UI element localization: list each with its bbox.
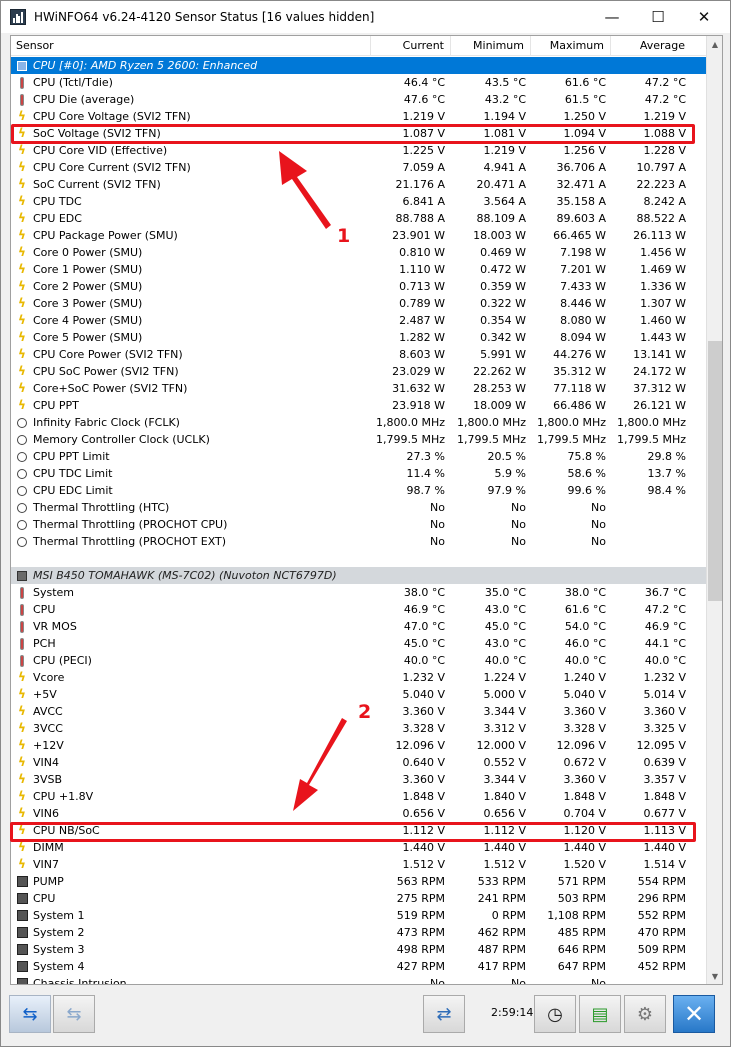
annotation-label-1: 1 [337, 225, 351, 247]
nav-back-button[interactable]: ⇆ [9, 995, 51, 1033]
bottom-toolbar: ⇆ ⇆ ⇄ 2:59:14 ◷ ▤ ⚙ ✕ [1, 989, 730, 1046]
close-sensors-button[interactable]: ✕ [673, 995, 715, 1033]
report-add-icon: ▤ [591, 1003, 609, 1025]
settings-button[interactable]: ⚙ [624, 995, 666, 1033]
double-arrow-right-icon: ⇆ [66, 1003, 82, 1025]
clock-icon: ◷ [547, 1003, 563, 1025]
gear-icon: ⚙ [636, 1003, 654, 1025]
annotation-arrows [279, 151, 347, 811]
network-icon: ⇄ [436, 1003, 452, 1025]
elapsed-time: 2:59:14 [491, 1006, 534, 1019]
sensor-status-window: HWiNFO64 v6.24-4120 Sensor Status [16 va… [0, 0, 731, 1047]
annotation-label-2: 2 [358, 701, 372, 723]
double-arrow-left-icon: ⇆ [22, 1003, 38, 1025]
arrow-1 [279, 151, 331, 229]
nav-forward-button[interactable]: ⇆ [53, 995, 95, 1033]
arrow-2 [293, 718, 347, 811]
report-button[interactable]: ▤ [579, 995, 621, 1033]
close-icon: ✕ [683, 1000, 705, 1028]
network-button[interactable]: ⇄ [423, 995, 465, 1033]
clock-reset-button[interactable]: ◷ [534, 995, 576, 1033]
